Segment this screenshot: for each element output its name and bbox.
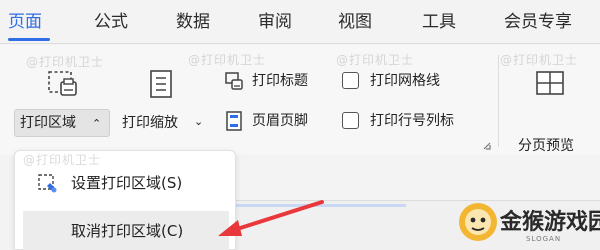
clear-print-area-label: 取消打印区域(C) [71,222,184,240]
page-break-preview-label: 分页预览 [518,138,574,154]
watermark: @打印机卫士 [336,53,415,67]
page-break-preview-button[interactable]: 分页预览 [512,65,590,154]
page-break-preview-icon [536,71,564,95]
header-footer-button[interactable]: 页眉页脚 [224,109,336,133]
chevron-down-icon: ⌄ [194,115,204,128]
set-print-area-label: 设置打印区域(S) [71,174,183,192]
tab-tools[interactable]: 工具 [422,10,456,34]
print-title-icon [225,72,243,90]
monkey-logo-icon [459,203,497,241]
checkbox[interactable] [342,112,359,129]
clear-print-area-menu-item[interactable]: 取消打印区域(C) [23,211,229,250]
tab-formulas[interactable]: 公式 [94,10,128,34]
print-scale-button[interactable]: 打印缩放 ⌄ [118,65,208,141]
print-area-icon [48,71,77,96]
brand-name: 金猴游戏园 [500,209,600,235]
print-area-button[interactable]: 打印区域 ⌃ [14,65,110,141]
brand-slogan: SLOGAN [526,235,562,243]
chevron-up-icon: ⌃ [92,117,102,130]
active-tab-indicator [8,38,50,41]
set-print-area-icon [38,174,57,193]
set-print-area-menu-item[interactable]: 设置打印区域(S) [23,165,229,201]
print-gridlines-label: 打印网格线 [370,73,440,89]
print-row-col-headers-label: 打印行号列标 [370,113,454,129]
dialog-launcher-icon[interactable] [482,141,492,151]
header-footer-icon [226,111,242,131]
ribbon-panel: @打印机卫士 @打印机卫士 @打印机卫士 @打印机卫士 打印区域 ⌃ 打印缩放 … [0,45,600,155]
brand-logo: 金猴游戏园 SLOGAN [456,196,600,250]
print-area-dropdown-menu: @打印机卫士 设置打印区域(S) 取消打印区域(C) [14,150,236,250]
print-title-button[interactable]: 打印标题 [224,69,336,93]
checkbox[interactable] [342,72,359,89]
print-gridlines-checkbox[interactable]: 打印网格线 [342,69,472,93]
print-title-label: 打印标题 [252,73,308,89]
tab-membership[interactable]: 会员专享 [504,10,572,34]
tab-data[interactable]: 数据 [176,10,210,34]
tab-view[interactable]: 视图 [338,10,372,34]
menu-bar: 页面 公式 数据 审阅 视图 工具 会员专享 [0,0,600,44]
group-divider [498,55,499,147]
print-scale-label: 打印缩放 [122,115,178,131]
header-footer-label: 页眉页脚 [252,113,308,129]
print-row-col-headers-checkbox[interactable]: 打印行号列标 [342,109,482,133]
print-area-label: 打印区域 [20,115,76,131]
annotation-arrow-icon [218,200,324,236]
tab-review[interactable]: 审阅 [258,10,292,34]
tab-page-layout[interactable]: 页面 [8,10,42,34]
print-scale-icon [150,70,172,98]
